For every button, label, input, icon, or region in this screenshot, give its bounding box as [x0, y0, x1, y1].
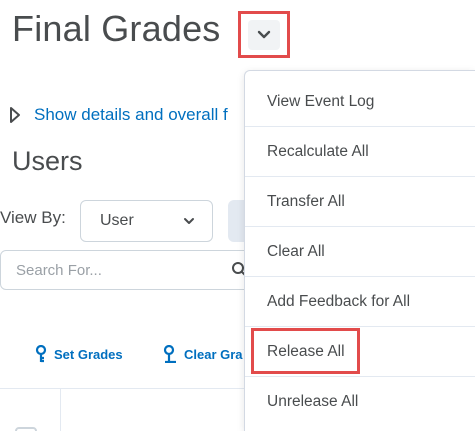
clear-grades-button[interactable]: Clear Gra: [163, 345, 243, 363]
key-clear-icon: [163, 345, 176, 363]
search-placeholder: Search For...: [16, 261, 102, 279]
select-all-checkbox[interactable]: [15, 427, 37, 431]
set-grades-button[interactable]: Set Grades: [35, 345, 123, 363]
caret-right-icon[interactable]: [6, 104, 24, 126]
page-title: Final Grades: [12, 8, 221, 49]
details-toggle-row[interactable]: Show details and overall f: [6, 104, 228, 126]
clear-grades-label: Clear Gra: [184, 346, 243, 362]
menu-item-release-all[interactable]: Release All: [245, 327, 475, 377]
show-details-link[interactable]: Show details and overall f: [34, 105, 228, 125]
view-by-selected-value: User: [100, 212, 134, 229]
set-grades-label: Set Grades: [54, 346, 123, 362]
menu-item-clear-all[interactable]: Clear All: [245, 227, 475, 277]
menu-item-unrelease-all[interactable]: Unrelease All: [245, 377, 475, 427]
title-menu-toggle-inner[interactable]: [248, 19, 280, 50]
menu-item-add-feedback-for-all[interactable]: Add Feedback for All: [245, 277, 475, 327]
view-by-label: View By:: [0, 208, 66, 227]
table-column-divider: [60, 389, 61, 431]
users-heading: Users: [12, 146, 83, 176]
menu-item-recalculate-all[interactable]: Recalculate All: [245, 127, 475, 177]
menu-item-view-event-log[interactable]: View Event Log: [245, 71, 475, 127]
menu-item-transfer-all[interactable]: Transfer All: [245, 177, 475, 227]
context-dropdown-menu: View Event Log Recalculate All Transfer …: [244, 70, 475, 431]
key-icon: [35, 345, 47, 363]
view-by-select[interactable]: User: [80, 200, 213, 242]
search-input[interactable]: Search For...: [0, 250, 262, 290]
chevron-down-icon: [184, 218, 194, 224]
chevron-down-icon: [257, 30, 271, 39]
title-menu-toggle-button[interactable]: [238, 11, 290, 58]
